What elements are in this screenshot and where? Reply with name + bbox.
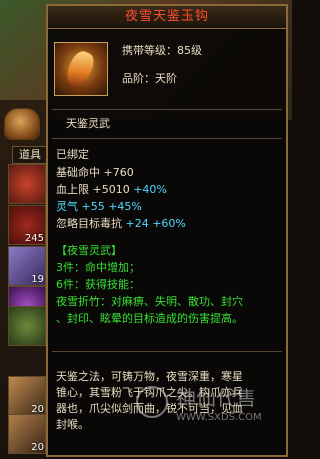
divider — [52, 138, 282, 139]
stat-base: +24 — [125, 217, 149, 230]
divider — [52, 351, 282, 352]
bound-status: 已绑定 — [56, 148, 89, 161]
item-rank: 品阶：天阶 — [122, 72, 177, 85]
inventory-slot[interactable] — [8, 306, 46, 346]
stat-row: 血上限 +5010 +40% — [56, 181, 167, 197]
set-skill-line: 、封印、眩晕的目标造成的伤害提高。 — [56, 312, 243, 325]
stat-row: 灵气 +55 +45% — [56, 198, 142, 214]
divider — [52, 109, 282, 110]
watermark-text: 神仙代售 — [176, 386, 256, 410]
stat-name: 忽略目标毒抗 — [56, 217, 122, 230]
stat-bonus: +45% — [108, 200, 142, 213]
slot-count: 19 — [31, 274, 44, 285]
inventory-slot[interactable]: 20 — [8, 376, 46, 416]
set-bonus-3: 3件：命中增加； — [56, 261, 140, 274]
stat-row: 忽略目标毒抗 +24 +60% — [56, 215, 186, 231]
stat-name: 灵气 — [56, 200, 78, 213]
set-name: 【夜雪灵武】 — [56, 244, 122, 257]
tab-props[interactable]: 道具 — [12, 146, 48, 164]
slot-count: 245 — [24, 233, 44, 244]
inventory-slot[interactable]: 20 — [8, 414, 46, 454]
carry-level: 携带等级：85级 — [122, 44, 202, 57]
bag-icon[interactable] — [4, 108, 40, 140]
item-subname: 天鉴灵武 — [66, 117, 110, 130]
hook-weapon-icon — [54, 42, 108, 96]
item-title: 夜雪天鉴玉钩 — [48, 6, 286, 29]
slot-count: 20 — [31, 442, 44, 453]
inventory-slot[interactable] — [8, 164, 46, 204]
inventory-slot[interactable]: 245 — [8, 205, 46, 245]
watermark-logo — [136, 386, 168, 418]
stat-base: +5010 — [92, 183, 130, 196]
set-bonus-6: 6件：获得技能： — [56, 278, 140, 291]
stat-name: 血上限 — [56, 183, 89, 196]
set-skill-line: 夜雪折竹：对麻痹、失明、散功、封穴 — [56, 295, 243, 308]
watermark-url: WWW.SXDS.COM — [176, 412, 262, 423]
stat-base: +760 — [103, 166, 134, 179]
stat-base: +55 — [81, 200, 105, 213]
stat-bonus: +40% — [133, 183, 167, 196]
watermark: 神仙代售 WWW.SXDS.COM — [136, 382, 286, 442]
stat-row: 基础命中 +760 — [56, 164, 134, 180]
stat-name: 基础命中 — [56, 166, 100, 179]
stat-bonus: +60% — [152, 217, 186, 230]
inventory-slot[interactable]: 19 — [8, 246, 46, 286]
